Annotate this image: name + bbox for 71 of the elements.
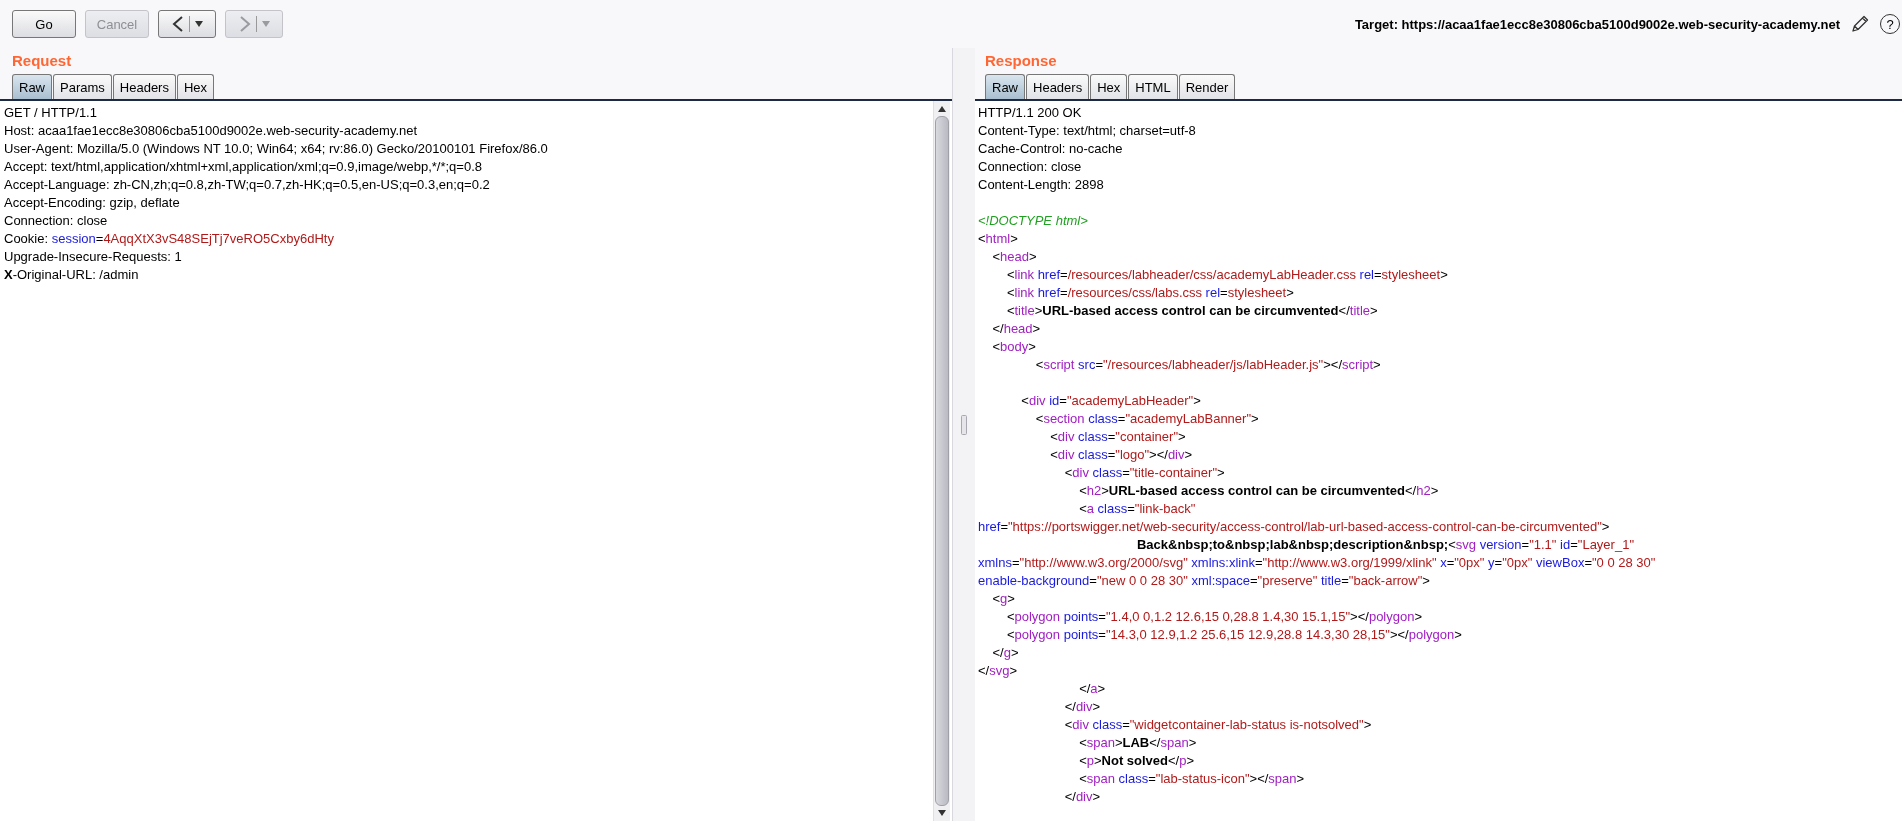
toolbar-button[interactable]: Go	[12, 10, 76, 38]
code-line: </a>	[1078, 680, 1107, 698]
code-line: <g>	[991, 590, 1016, 608]
code-line: <div class="widgetcontainer-lab-status is-notsolved">	[1063, 716, 1373, 734]
code-line: <script src="/resources/labheader/js/labHeader.js"></script>	[1034, 356, 1382, 374]
code-line: href="https://portswigger.net/web-security/access-control/lab-url-based-access-control-can-be-circumvented">	[978, 518, 1611, 536]
scroll-down-icon	[937, 808, 947, 818]
code-line: HTTP/1.1 200 OK	[978, 104, 1083, 122]
code-line: enable-background="new 0 0 28 30" xml:space="preserve" title="back-arrow">	[978, 572, 1431, 590]
code-line: <div class="container">	[1049, 428, 1187, 446]
code-line: </head>	[991, 320, 1042, 338]
tab[interactable]: Hex	[1090, 74, 1128, 99]
text-editor[interactable]	[975, 101, 1902, 821]
code-line: Upgrade-Insecure-Requests: 1	[4, 248, 183, 266]
code-line: xmlns="http://www.w3.org/2000/svg" xmlns:xlink="http://www.w3.org/1999/xlink" x="0px" y="0px" viewBox="0 0 28 30"	[978, 554, 1657, 572]
code-line: Accept: text/html,application/xhtml+xml,application/xml;q=0.9,image/webp,*/*;q=0.8	[4, 158, 483, 176]
code-line: <link href=/resources/labheader/css/academyLabHeader.css rel=stylesheet>	[1005, 266, 1449, 284]
pane-title: Request	[11, 51, 73, 71]
pane-title: Response	[984, 51, 1058, 71]
code-line: Accept-Language: zh-CN,zh;q=0.8,zh-TW;q=0.7,zh-HK;q=0.5,en-US;q=0.3,en;q=0.2	[4, 176, 491, 194]
scroll-up-icon	[937, 104, 947, 114]
code-line: Cookie: session=4AqqXtX3vS48SEjTj7veRO5Cxby6dHty	[4, 230, 335, 248]
code-line: <polygon points="1.4,0 0,1.2 12.6,15 0,28.8 1.4,30 15.1,15"></polygon>	[1005, 608, 1424, 626]
code-line: </g>	[991, 644, 1020, 662]
target-url: Target: https://acaa1fae1ecc8e30806cba5100d9002e.web-security-academy.net	[1354, 16, 1840, 32]
code-line: Host: acaa1fae1ecc8e30806cba5100d9002e.web-security-academy.net	[4, 122, 419, 140]
code-line: Cache-Control: no-cache	[978, 140, 1124, 158]
tab[interactable]: Headers	[112, 74, 176, 99]
code-line: Connection: close	[4, 212, 109, 230]
code-line: <div id="academyLabHeader">	[1020, 392, 1202, 410]
tab[interactable]: HTML	[1128, 74, 1178, 99]
code-line: <body>	[991, 338, 1037, 356]
scrollbar-thumb[interactable]	[935, 116, 949, 806]
tab[interactable]: Raw	[12, 74, 52, 99]
code-line: Accept-Encoding: gzip, deflate	[4, 194, 181, 212]
code-line: User-Agent: Mozilla/5.0 (Windows NT 10.0; Win64; x64; rv:86.0) Gecko/20100101 Firefox/86.0	[4, 140, 549, 158]
code-line: </div>	[1063, 788, 1102, 806]
code-line: <polygon points="14.3,0 12.9,1.2 25.6,15 12.9,28.8 14.3,30 28,15"></polygon>	[1005, 626, 1463, 644]
code-line: GET / HTTP/1.1	[4, 104, 98, 122]
code-line: </div>	[1063, 698, 1102, 716]
code-line: Content-Type: text/html; charset=utf-8	[978, 122, 1197, 140]
pencil-icon[interactable]	[1850, 14, 1870, 34]
code-line: X-Original-URL: /admin	[4, 266, 140, 284]
scrollbar[interactable]	[933, 101, 950, 821]
chevron-left-icon	[170, 15, 185, 33]
code-line: <p>Not solved</p>	[1078, 752, 1196, 770]
code-line: <link href=/resources/css/labs.css rel=stylesheet>	[1005, 284, 1295, 302]
code-line: <span>LAB</span>	[1078, 734, 1198, 752]
tab[interactable]: Params	[53, 74, 112, 99]
code-line: Back&nbsp;to&nbsp;lab&nbsp;description&nbsp;<svg version="1.1" id="Layer_1"	[1135, 536, 1635, 554]
code-line: <div class="title-container">	[1063, 464, 1226, 482]
caret-down-icon	[260, 19, 271, 29]
code-line: <head>	[991, 248, 1038, 266]
code-line: Connection: close	[978, 158, 1083, 176]
tab[interactable]: Raw	[985, 74, 1025, 99]
code-line: <title>URL-based access control can be circumvented</title>	[1005, 302, 1379, 320]
code-line: <section class="academyLabBanner">	[1034, 410, 1260, 428]
tab[interactable]: Hex	[176, 74, 215, 99]
code-line: <a class="link-back"	[1078, 500, 1197, 518]
code-line: <h2>URL-based access control can be circumvented</h2>	[1078, 482, 1440, 500]
caret-down-icon	[193, 19, 204, 29]
code-line: Content-Length: 2898	[978, 176, 1105, 194]
code-line: <span class="lab-status-icon"></span>	[1078, 770, 1306, 788]
tab[interactable]: Headers	[1026, 74, 1090, 99]
code-line: <div class="logo"></div>	[1049, 446, 1194, 464]
back-button[interactable]	[158, 10, 216, 38]
splitter-grip-icon[interactable]	[961, 414, 967, 435]
code-line: </svg>	[978, 662, 1019, 680]
tab[interactable]: Render	[1178, 74, 1236, 99]
code-line: <!DOCTYPE html>	[978, 212, 1089, 230]
code-line: <html>	[978, 230, 1019, 248]
